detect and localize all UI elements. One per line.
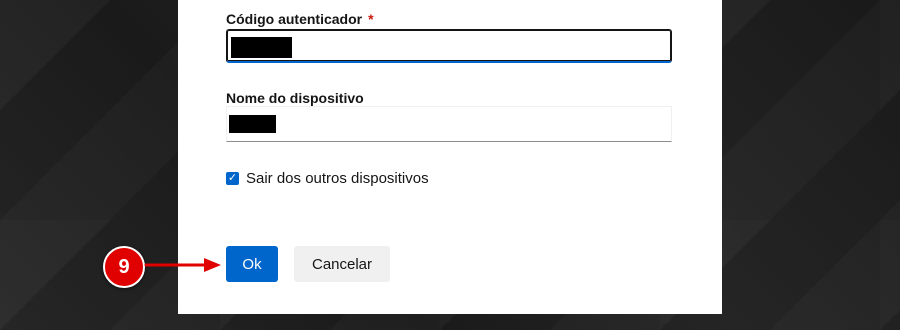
logout-others-row[interactable]: ✓ Sair dos outros dispositivos — [226, 170, 429, 187]
auth-code-label-text: Código autenticador — [226, 11, 363, 27]
logout-others-checkbox[interactable]: ✓ — [226, 172, 239, 185]
device-name-label: Nome do dispositivo — [226, 90, 364, 106]
step-number-badge: 9 — [103, 246, 145, 288]
required-mark: * — [368, 11, 374, 27]
annotation-arrow-icon — [144, 258, 221, 272]
ok-button[interactable]: Ok — [226, 246, 278, 282]
device-name-input[interactable] — [226, 106, 672, 142]
logout-others-label: Sair dos outros dispositivos — [246, 170, 429, 187]
auth-code-label: Código autenticador * — [226, 11, 374, 27]
cancel-button[interactable]: Cancelar — [294, 246, 390, 282]
auth-code-input[interactable] — [226, 29, 672, 63]
redacted-value — [231, 37, 292, 58]
redacted-value — [229, 115, 276, 133]
